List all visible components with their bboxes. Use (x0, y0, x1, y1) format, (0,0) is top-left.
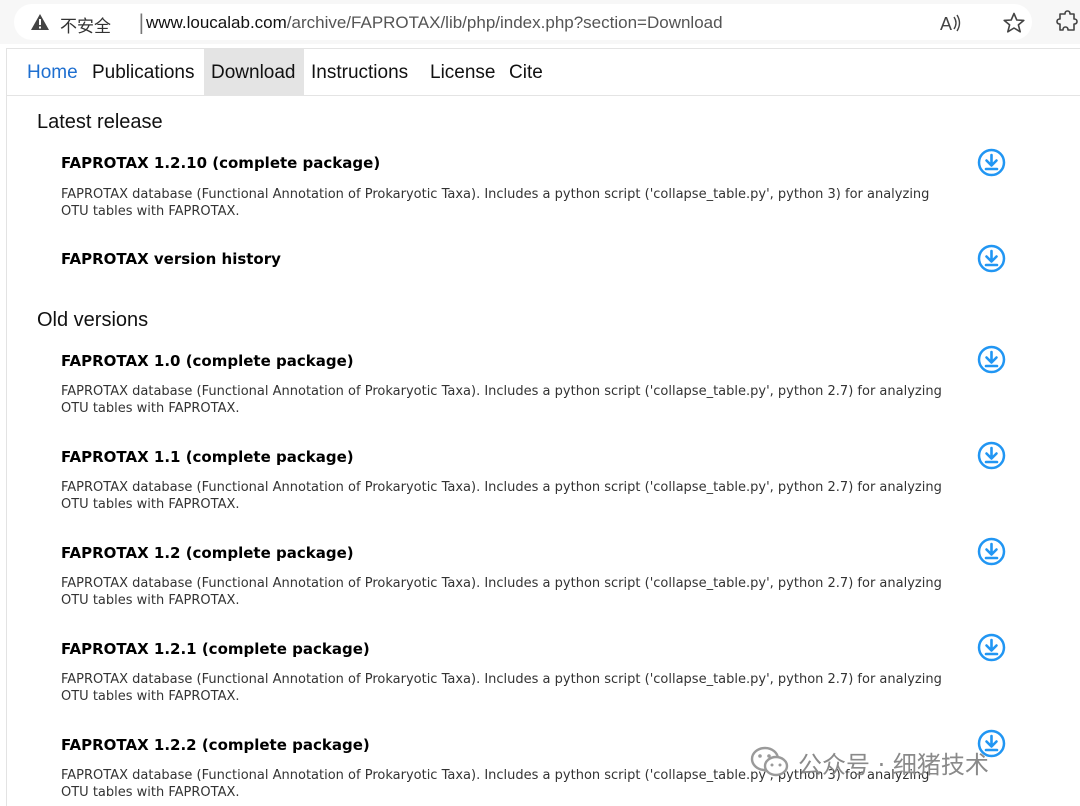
item-description: FAPROTAX database (Functional Annotation… (61, 480, 942, 512)
item-description: FAPROTAX database (Functional Annotation… (61, 187, 930, 219)
nav-instructions[interactable]: Instructions (304, 49, 415, 95)
url-path: /archive/FAPROTAX/lib/php/index.php?sect… (286, 13, 723, 32)
item-title: FAPROTAX 1.2 (complete package) (61, 544, 354, 562)
download-circle-icon[interactable] (977, 537, 1006, 566)
item-description: FAPROTAX database (Functional Annotation… (61, 576, 942, 608)
item-description: FAPROTAX database (Functional Annotation… (61, 672, 942, 704)
item-description: FAPROTAX database (Functional Annotation… (61, 384, 942, 416)
download-circle-icon[interactable] (977, 441, 1006, 470)
item-title: FAPROTAX 1.2.1 (complete package) (61, 640, 370, 658)
security-label[interactable]: 不安全 (60, 12, 111, 37)
watermark-text: 公众号 · 细猪技术 (798, 750, 989, 779)
nav-license[interactable]: License (423, 49, 503, 95)
download-circle-icon[interactable] (977, 633, 1006, 662)
address-bar[interactable]: 不安全 | www.loucalab.com/archive/FAPROTAX/… (14, 4, 1032, 40)
item-title: FAPROTAX 1.2.10 (complete package) (61, 154, 381, 172)
item-title: FAPROTAX 1.1 (complete package) (61, 448, 354, 466)
item-title: FAPROTAX version history (61, 250, 281, 268)
page-content: Home Publications Download Instructions … (6, 48, 1080, 806)
nav-cite[interactable]: Cite (502, 49, 550, 95)
puzzle-icon[interactable] (1054, 10, 1080, 34)
download-circle-icon[interactable] (977, 345, 1006, 374)
section-title-old: Old versions (37, 309, 149, 331)
item-title: FAPROTAX 1.0 (complete package) (61, 352, 354, 370)
top-nav: Home Publications Download Instructions … (7, 49, 1080, 96)
url-text[interactable]: www.loucalab.com/archive/FAPROTAX/lib/ph… (146, 13, 723, 33)
address-separator: | (138, 10, 145, 34)
star-icon[interactable] (1002, 12, 1026, 34)
browser-toolbar: 不安全 | www.loucalab.com/archive/FAPROTAX/… (0, 0, 1080, 44)
nav-publications[interactable]: Publications (85, 49, 201, 95)
section-title-latest: Latest release (37, 111, 163, 133)
wechat-logo-icon (750, 746, 789, 777)
download-circle-icon[interactable] (977, 148, 1006, 177)
download-circle-icon[interactable] (977, 244, 1006, 273)
url-host: www.loucalab.com (146, 13, 287, 32)
watermark: 公众号 · 细猪技术 (750, 740, 1060, 784)
nav-download[interactable]: Download (204, 49, 304, 95)
item-title: FAPROTAX 1.2.2 (complete package) (61, 736, 370, 754)
read-aloud-icon[interactable]: A (939, 12, 963, 34)
svg-text:A: A (940, 14, 952, 34)
warning-triangle-icon[interactable] (30, 13, 50, 31)
nav-home[interactable]: Home (20, 49, 85, 95)
